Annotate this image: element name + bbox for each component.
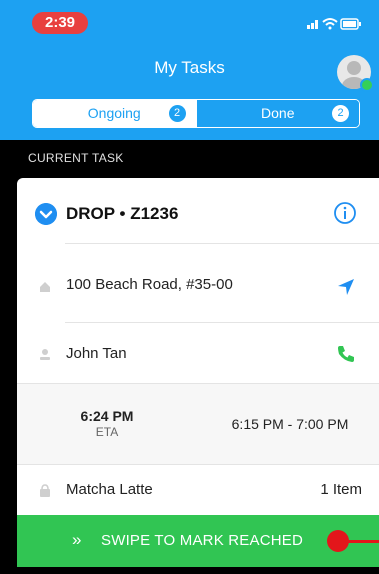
section-label: CURRENT TASK [28,151,124,165]
signal-icon [307,20,318,29]
tab-ongoing-label: Ongoing [87,105,141,121]
phone-icon[interactable] [336,344,356,364]
task-card [17,178,379,567]
task-title: DROP • Z1236 [66,204,179,223]
eta-time: 6:24 PM [80,408,134,424]
contact-name: John Tan [66,345,127,362]
delivery-window: 6:15 PM - 7:00 PM [231,416,349,432]
info-icon[interactable] [333,201,357,225]
status-bar: 2:39 [0,0,379,40]
swipe-label: SWIPE TO MARK REACHED [101,532,304,549]
item-count: 1 Item [320,481,362,498]
double-chevron-right-icon: » [72,530,82,549]
online-status-dot [360,78,374,92]
page-title: My Tasks [154,58,225,77]
person-icon [40,349,50,360]
home-icon [40,282,50,292]
navigation-arrow-icon[interactable] [336,277,356,297]
status-time: 2:39 [32,12,88,34]
battery-icon [340,18,361,30]
tab-done-count: 2 [332,105,349,122]
divider [65,243,379,244]
divider [17,464,379,465]
tab-done[interactable]: Done 2 [195,100,359,127]
task-tabs: Ongoing 2 Done 2 [32,99,360,128]
bag-icon [40,484,50,497]
task-address: 100 Beach Road, #35-00 [66,276,233,293]
tab-ongoing-count: 2 [168,105,186,122]
eta-label: ETA [95,425,119,439]
tab-done-label: Done [261,105,295,121]
chevron-down-icon[interactable] [35,203,57,225]
divider [65,322,379,323]
status-icons [307,18,361,30]
swipe-handle[interactable] [327,530,349,552]
divider [17,383,379,384]
tab-ongoing[interactable]: Ongoing 2 [33,100,196,127]
wifi-icon [322,18,338,30]
item-name: Matcha Latte [66,481,153,498]
